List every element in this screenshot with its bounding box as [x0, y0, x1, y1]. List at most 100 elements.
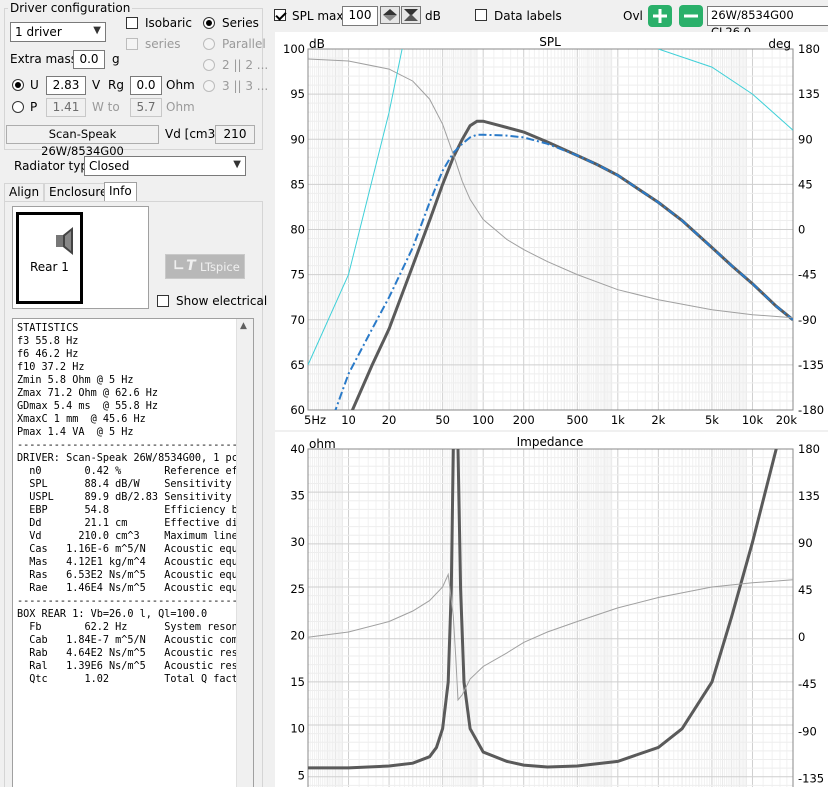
imp-y-tick-label: 35 — [290, 489, 305, 503]
spl-max-input[interactable]: 100 — [342, 6, 378, 26]
spl-y2-tick-label: 0 — [798, 223, 805, 237]
spl-y-tick-label: 100 — [283, 42, 305, 56]
radiator-type-select[interactable]: Closed ▼ — [84, 156, 246, 176]
spl-x-tick-label: 2k — [651, 413, 665, 427]
ltspice-logo-icon: ∟ T — [173, 258, 196, 274]
db-label: dB — [425, 9, 441, 23]
vd-label: Vd [cm3] — [165, 127, 220, 141]
spl-x-tick-label: 200 — [513, 413, 535, 427]
data-labels-label: Data labels — [494, 9, 562, 23]
spl-x-tick-label: 100 — [472, 413, 494, 427]
spl-grid — [307, 48, 794, 411]
imp-y-tick-label: 40 — [290, 442, 305, 456]
series-radio-label: Series — [222, 16, 259, 30]
spl-max-label: SPL max — [292, 9, 344, 23]
three-parallel-radio[interactable] — [203, 80, 215, 92]
spl-decrease-icon[interactable] — [401, 6, 421, 24]
rear-label: Rear 1 — [30, 260, 69, 274]
spl-chart-title: SPL — [539, 35, 561, 49]
voltage-unit: V — [92, 78, 101, 92]
chevron-down-icon: ▼ — [93, 25, 101, 36]
extra-mass-unit: g — [112, 52, 120, 66]
spl-y-tick-label: 65 — [290, 358, 305, 372]
spl-y-tick-label: 60 — [290, 403, 305, 417]
rg-input[interactable]: 0.0 — [130, 76, 162, 95]
isobaric-label: Isobaric — [145, 16, 192, 30]
statistics-text: STATISTICS f3 55.8 Hz f6 46.2 Hz f10 37.… — [17, 323, 251, 685]
spl-y-tick-label: 75 — [290, 268, 305, 282]
speaker-icon — [51, 226, 81, 256]
driver-configuration-title: Driver configuration — [8, 1, 133, 15]
spl-x-tick-label: 1k — [611, 413, 625, 427]
spl-right-unit: deg — [768, 37, 791, 51]
rg-unit: Ohm — [166, 78, 195, 92]
spl-y2-tick-label: 135 — [798, 87, 820, 101]
tab-enclosure[interactable]: Enclosure — [44, 183, 113, 202]
imp-y2-tick-label: -45 — [798, 677, 817, 691]
two-parallel-label: 2 || 2 ... — [222, 58, 269, 72]
three-parallel-label: 3 || 3 ... — [222, 79, 269, 93]
two-parallel-radio[interactable] — [203, 59, 215, 71]
spl-x-tick-label: 500 — [566, 413, 588, 427]
spl-y-tick-label: 90 — [290, 132, 305, 146]
spl-y2-tick-label: 45 — [798, 177, 813, 191]
imp-y-tick-label: 10 — [290, 722, 305, 736]
spl-y2-tick-label: -135 — [798, 358, 824, 372]
spl-chart[interactable]: SPL dB deg 1009590858075706560 180135904… — [275, 32, 828, 430]
imp-y2-tick-label: 90 — [798, 536, 813, 550]
spl-y2-tick-label: 90 — [798, 132, 813, 146]
show-electrical-checkbox[interactable] — [157, 295, 169, 307]
radiator-type-value: Closed — [89, 159, 130, 173]
voltage-input[interactable]: 2.83 — [46, 76, 86, 95]
imp-y-tick-label: 25 — [290, 582, 305, 596]
w-to-input[interactable]: 5.7 — [130, 98, 162, 117]
power-input[interactable]: 1.41 — [46, 98, 86, 117]
spl-y2-tick-label: -45 — [798, 268, 817, 282]
series-checkbox[interactable] — [126, 38, 138, 50]
spl-y-tick-label: 85 — [290, 177, 305, 191]
tab-align[interactable]: Align — [4, 183, 45, 202]
scroll-up-icon[interactable]: ▲ — [240, 321, 247, 331]
series-radio[interactable] — [203, 17, 215, 29]
add-overlay-icon[interactable] — [648, 5, 672, 27]
data-labels-checkbox[interactable] — [475, 9, 487, 21]
imp-y2-tick-label: -135 — [798, 771, 824, 785]
vd-field[interactable]: 210 — [215, 125, 255, 144]
spl-y2-tick-label: 180 — [798, 42, 820, 56]
extra-mass-label: Extra mass — [10, 52, 78, 66]
statistics-panel[interactable]: STATISTICS f3 55.8 Hz f6 46.2 Hz f10 37.… — [12, 318, 254, 787]
imp-y-tick-label: 20 — [290, 628, 305, 642]
enclosure-preview[interactable]: Rear 1 — [12, 206, 149, 309]
imp-y2-tick-label: 135 — [798, 489, 820, 503]
power-radio[interactable] — [12, 101, 24, 113]
parallel-radio[interactable] — [203, 38, 215, 50]
impedance-chart[interactable]: Impedance ohm 40 35 30 25 20 15 10 5 180 135 90 45… — [275, 432, 828, 787]
spl-x-tick-label: 5k — [705, 413, 719, 427]
spl-y-tick-label: 95 — [290, 87, 305, 101]
statistics-scrollbar[interactable]: ▲ — [236, 319, 253, 787]
driver-count-select[interactable]: 1 driver ▼ — [10, 22, 106, 42]
imp-y-tick-label: 30 — [290, 535, 305, 549]
voltage-radio-label: U — [30, 78, 39, 92]
spl-max-checkbox[interactable] — [274, 9, 286, 21]
imp-left-unit: ohm — [309, 437, 336, 451]
ltspice-button[interactable]: ∟ T LTspice — [165, 254, 245, 279]
spl-increase-icon[interactable] — [380, 6, 400, 24]
spl-x-tick-label: 5Hz — [304, 413, 326, 427]
remove-overlay-icon[interactable] — [679, 5, 703, 27]
tab-info[interactable]: Info — [104, 182, 137, 202]
extra-mass-input[interactable]: 0.0 — [73, 50, 105, 69]
imp-y2-tick-label: 45 — [798, 583, 813, 597]
spl-y2-tick-label: -180 — [798, 403, 824, 417]
isobaric-checkbox[interactable] — [126, 17, 138, 29]
ltspice-label: LTspice — [200, 260, 240, 274]
ovl-label: Ovl — [623, 9, 643, 23]
parallel-radio-label: Parallel — [222, 37, 266, 51]
w-to-unit: Ohm — [166, 100, 195, 114]
show-electrical-label: Show electrical — [176, 294, 268, 308]
driver-name-field[interactable]: Scan-Speak 26W/8534G00 — [6, 125, 159, 158]
overlay-driver-select[interactable]: 26W/8534G00 CL26.0 — [707, 6, 828, 39]
voltage-radio[interactable] — [12, 79, 24, 91]
spl-left-unit: dB — [309, 37, 325, 51]
spl-y2-tick-label: -90 — [798, 313, 817, 327]
